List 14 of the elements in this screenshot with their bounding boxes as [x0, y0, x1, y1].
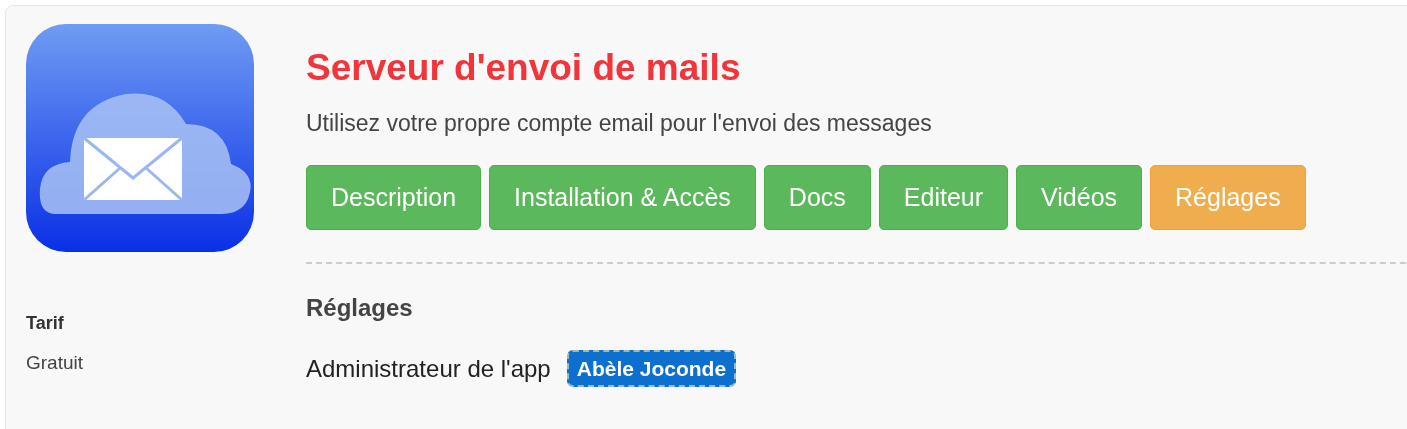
- price-value: Gratuit: [26, 351, 85, 375]
- app-title: Serveur d'envoi de mails: [306, 46, 742, 90]
- admin-user-tag[interactable]: Abèle Joconde: [566, 349, 737, 388]
- admin-label: Administrateur de l'app: [306, 353, 551, 384]
- tab-button[interactable]: Installation & Accès: [489, 164, 756, 230]
- tab-button[interactable]: Docs: [763, 164, 871, 230]
- cloud-mail-app-icon: [26, 24, 254, 252]
- tab-button[interactable]: Description: [306, 164, 482, 230]
- app-description: Utilisez votre propre compte email pour l'envoi des messages: [306, 109, 933, 139]
- tab-button[interactable]: Vidéos: [1016, 164, 1143, 230]
- tab-button[interactable]: Réglages: [1150, 164, 1306, 230]
- section-heading: Réglages: [306, 292, 414, 323]
- price-label: Tarif: [26, 312, 65, 335]
- tab-button[interactable]: Editeur: [878, 164, 1009, 230]
